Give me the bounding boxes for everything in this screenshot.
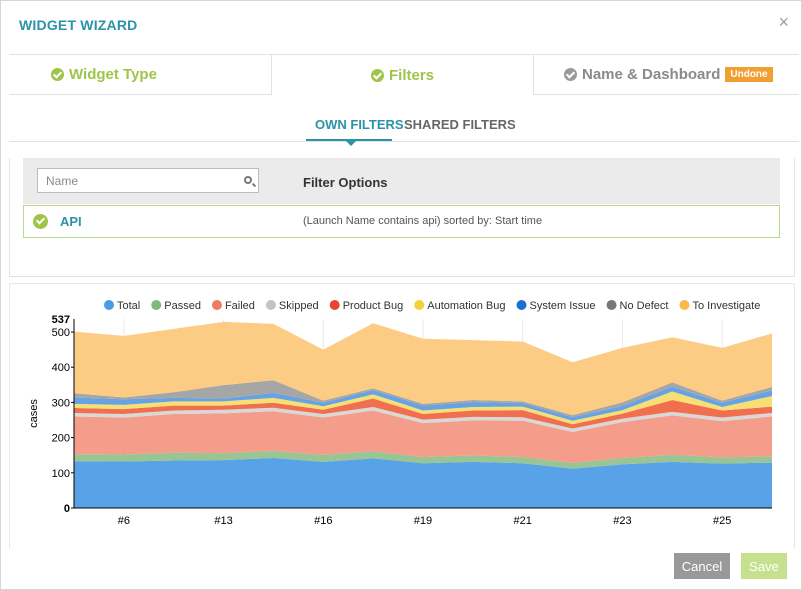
legend-marker (414, 300, 425, 310)
step-name-dashboard[interactable]: Name & Dashboard Undone (534, 55, 799, 95)
legend-marker (211, 300, 222, 310)
step-widget-type[interactable]: Widget Type (9, 55, 272, 95)
legend-item: Product Bug (343, 300, 404, 312)
panel-border-right (794, 158, 795, 276)
y-tick-label: 500 (52, 327, 70, 339)
x-tick-label: #21 (514, 515, 532, 527)
divider (9, 276, 795, 277)
filter-name[interactable]: API (60, 214, 82, 229)
tab-shared-filters[interactable]: SHARED FILTERS (404, 117, 516, 132)
wizard-steps: Widget Type Filters Name & Dashboard Und… (9, 54, 799, 95)
legend-item: Skipped (279, 300, 319, 312)
y-axis-label: cases (28, 399, 40, 428)
modal-title: WIDGET WIZARD (19, 17, 138, 33)
close-icon[interactable]: × (778, 13, 789, 31)
panel-border-left (9, 158, 10, 276)
filter-description: (Launch Name contains api) sorted by: St… (303, 215, 543, 227)
cancel-button[interactable]: Cancel (674, 553, 730, 579)
step-label: Filters (388, 66, 434, 84)
filter-row[interactable]: API (Launch Name contains api) sorted by… (23, 205, 780, 238)
y-tick-label: 300 (52, 397, 70, 409)
undone-badge: Undone (725, 67, 773, 82)
active-tab-caret (346, 141, 356, 146)
check-circle-icon (51, 68, 64, 81)
area-series (74, 458, 772, 508)
y-tick-label: 100 (52, 468, 70, 480)
x-tick-label: #16 (314, 515, 332, 527)
x-tick-label: #13 (214, 515, 232, 527)
search-input[interactable] (46, 174, 236, 188)
x-tick-label: #6 (118, 515, 130, 527)
y-max-label: 537 (52, 314, 70, 326)
legend-item: Failed (225, 300, 255, 312)
legend-item: Total (117, 300, 140, 312)
check-circle-icon[interactable] (33, 214, 48, 229)
legend-marker (679, 300, 690, 310)
filter-tabs: OWN FILTERS SHARED FILTERS (9, 111, 799, 146)
y-tick-label: 200 (52, 433, 70, 445)
search-icon[interactable] (244, 176, 252, 184)
tab-own-filters[interactable]: OWN FILTERS (315, 117, 404, 132)
check-circle-icon (370, 68, 384, 82)
step-label: Widget Type (69, 66, 157, 83)
filter-table-header: Filter Options (23, 158, 780, 204)
legend-marker (265, 300, 276, 310)
search-box (37, 168, 259, 193)
filter-table: Filter Options API (Launch Name contains… (23, 158, 780, 238)
widget-wizard-modal: WIDGET WIZARD × Widget Type Filters Name… (0, 0, 802, 590)
filter-options-header: Filter Options (303, 175, 388, 190)
legend-item: No Defect (620, 300, 669, 312)
x-tick-label: #25 (713, 515, 731, 527)
legend-item: To Investigate (692, 300, 760, 312)
legend-marker (151, 300, 162, 310)
chart-preview: Total Passed Failed Skipped Product Bug Autom… (9, 283, 795, 549)
y-tick-label: 400 (52, 362, 70, 374)
step-filters[interactable]: Filters (272, 55, 534, 95)
x-tick-label: #23 (613, 515, 631, 527)
legend-item: Automation Bug (427, 300, 505, 312)
legend-marker (104, 300, 114, 310)
save-button[interactable]: Save (741, 553, 787, 579)
legend-item: Passed (164, 300, 201, 312)
check-circle-icon (564, 68, 577, 81)
x-tick-label: #19 (414, 515, 432, 527)
legend-marker (329, 300, 340, 310)
stacked-area-chart: Total Passed Failed Skipped Product Bug Autom… (28, 300, 772, 527)
step-label: Name & Dashboard (582, 66, 721, 83)
legend-item: System Issue (530, 300, 596, 312)
legend-marker (606, 300, 617, 310)
legend-marker (516, 300, 527, 310)
y-tick-label: 0 (64, 503, 70, 515)
